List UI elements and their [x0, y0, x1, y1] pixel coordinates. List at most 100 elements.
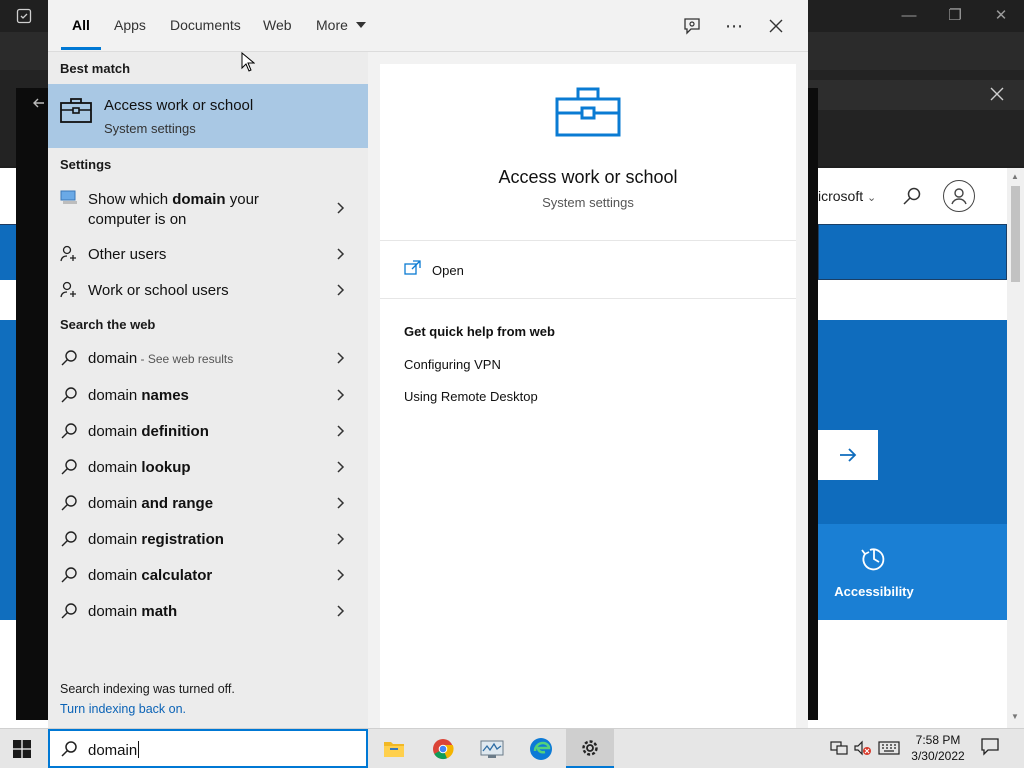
chevron-right-icon[interactable]	[335, 569, 347, 581]
performance-monitor-icon[interactable]	[468, 729, 516, 768]
web-result-domain-names[interactable]: domain names	[48, 377, 368, 413]
help-link-remote-desktop[interactable]: Using Remote Desktop	[404, 389, 538, 404]
volume-muted-icon[interactable]	[854, 738, 872, 758]
scrollbar-thumb[interactable]	[1011, 186, 1020, 282]
domain-label-line2: computer is on	[88, 211, 187, 228]
web-result-domain[interactable]: domain - See web results	[48, 340, 368, 376]
notifications-icon[interactable]	[980, 736, 1000, 756]
chevron-right-icon[interactable]	[335, 425, 347, 437]
web-result-term: domain	[88, 459, 142, 476]
background-blue-strip	[818, 224, 1007, 280]
chevron-right-icon[interactable]	[335, 352, 347, 364]
brand-menu[interactable]: icrosoft ⌄	[818, 188, 876, 204]
caret-down-icon	[355, 22, 366, 28]
web-result-bold: math	[141, 603, 178, 620]
minimize-icon[interactable]: —	[886, 0, 932, 30]
turn-indexing-on-link[interactable]: Turn indexing back on.	[60, 702, 186, 716]
chevron-right-icon[interactable]	[335, 284, 347, 296]
briefcase-icon	[60, 96, 92, 124]
help-link-configuring-vpn[interactable]: Configuring VPN	[404, 357, 501, 372]
chevron-right-icon[interactable]	[335, 202, 347, 214]
brand-text: icrosoft	[818, 188, 864, 204]
accessibility-label: Accessibility	[834, 584, 914, 599]
accessibility-tile[interactable]: Accessibility	[818, 540, 930, 610]
search-web-heading: Search the web	[60, 317, 156, 332]
background-hero-left	[0, 320, 16, 620]
scroll-down-icon[interactable]: ▼	[1011, 712, 1019, 721]
web-result-term: domain	[88, 350, 138, 367]
tab-more-label: More	[316, 17, 348, 33]
settings-item-domain[interactable]: Show which domain your computer is on	[48, 180, 368, 236]
page-search-icon[interactable]	[902, 186, 922, 206]
web-result-term: domain	[88, 495, 142, 512]
chevron-right-icon[interactable]	[335, 389, 347, 401]
hero-next-button[interactable]	[818, 430, 878, 480]
tab-apps[interactable]: Apps	[114, 17, 146, 33]
web-result-bold: names	[141, 387, 189, 404]
web-result-label: domain lookup	[88, 459, 191, 476]
other-users-label: Other users	[88, 246, 167, 263]
web-result-domain-and-range[interactable]: domain and range	[48, 485, 368, 521]
tab-all[interactable]: All	[72, 17, 90, 33]
scroll-up-icon[interactable]: ▲	[1011, 172, 1019, 181]
web-result-domain-definition[interactable]: domain definition	[48, 413, 368, 449]
taskbar-clock[interactable]: 7:58 PM 3/30/2022	[900, 732, 976, 764]
search-query-text: domain	[88, 742, 138, 759]
divider	[380, 240, 796, 241]
tab-web[interactable]: Web	[263, 17, 292, 33]
page-scrollbar[interactable]: ▲ ▼	[1007, 168, 1024, 728]
frame-back-icon[interactable]	[32, 96, 46, 110]
web-result-domain-math[interactable]: domain math	[48, 593, 368, 629]
search-tabs-header: All Apps Documents Web More ⋯	[48, 0, 808, 52]
more-options-icon[interactable]: ⋯	[722, 14, 746, 38]
preview-title: Access work or school	[498, 167, 678, 187]
account-avatar[interactable]	[943, 180, 975, 212]
network-icon[interactable]	[830, 738, 848, 758]
web-result-label: domain math	[88, 603, 177, 620]
web-result-domain-lookup[interactable]: domain lookup	[48, 449, 368, 485]
close-window-icon[interactable]: ✕	[978, 0, 1024, 30]
chevron-down-icon: ⌄	[867, 192, 877, 204]
background-hero	[818, 320, 1007, 524]
search-icon	[61, 387, 77, 403]
chevron-right-icon[interactable]	[335, 461, 347, 473]
person-icon	[951, 188, 967, 205]
person-add-icon	[60, 245, 76, 262]
best-match-subtitle: System settings	[104, 121, 196, 136]
chrome-icon[interactable]	[419, 729, 467, 768]
settings-gear-icon[interactable]	[566, 729, 614, 768]
keyboard-icon[interactable]	[878, 738, 900, 758]
best-match-result[interactable]: Access work or school System settings	[48, 84, 368, 148]
chevron-right-icon[interactable]	[335, 605, 347, 617]
mouse-cursor-icon	[241, 52, 255, 72]
domain-label-part: your	[225, 191, 259, 208]
window-menu-icon[interactable]	[16, 8, 32, 24]
windows-start-icon[interactable]	[12, 739, 32, 759]
settings-item-other-users[interactable]: Other users	[48, 236, 368, 272]
web-result-label: domain definition	[88, 423, 209, 440]
file-explorer-icon[interactable]	[370, 729, 418, 768]
close-panel-icon[interactable]	[990, 87, 1004, 101]
search-icon	[61, 531, 77, 547]
chevron-right-icon[interactable]	[335, 248, 347, 260]
tab-documents[interactable]: Documents	[170, 17, 241, 33]
web-result-domain-calculator[interactable]: domain calculator	[48, 557, 368, 593]
web-result-term: domain	[88, 387, 142, 404]
chevron-right-icon[interactable]	[335, 497, 347, 509]
settings-item-work-school-users[interactable]: Work or school users	[48, 272, 368, 308]
search-icon	[61, 741, 77, 757]
web-result-term: domain	[88, 603, 142, 620]
chevron-right-icon[interactable]	[335, 533, 347, 545]
web-result-domain-registration[interactable]: domain registration	[48, 521, 368, 557]
feedback-icon[interactable]	[680, 14, 704, 38]
tab-more[interactable]: More	[316, 17, 366, 33]
search-icon	[61, 350, 77, 366]
search-icon	[61, 495, 77, 511]
open-button[interactable]: Open	[404, 260, 524, 282]
restore-icon[interactable]: ❐	[932, 0, 978, 30]
close-search-icon[interactable]	[764, 14, 788, 38]
taskbar-search-input[interactable]: domain	[48, 729, 368, 768]
best-match-heading: Best match	[60, 61, 131, 76]
active-tab-indicator	[61, 47, 101, 50]
edge-icon[interactable]	[517, 729, 565, 768]
